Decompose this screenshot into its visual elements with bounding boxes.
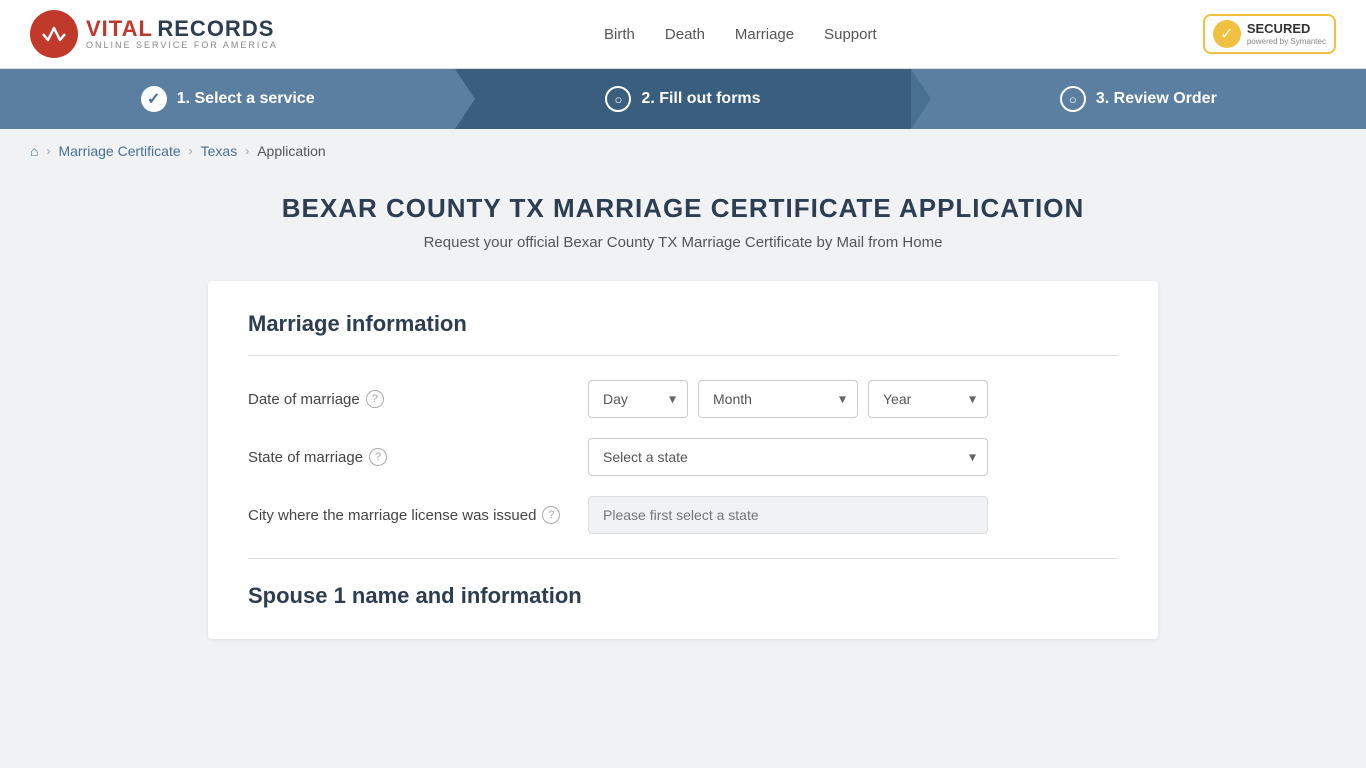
form-card: Marriage information Date of marriage ? … <box>208 281 1158 639</box>
step-2-label: 2. Fill out forms <box>641 90 760 108</box>
step-3-label: 3. Review Order <box>1096 90 1217 108</box>
step-2-circle: ○ <box>605 86 631 112</box>
nav-birth[interactable]: Birth <box>604 26 635 43</box>
breadcrumb-application: Application <box>257 143 326 159</box>
month-select[interactable]: Month JanuaryFebruaryMarch AprilMayJune … <box>698 380 858 418</box>
city-controls <box>588 496 1118 534</box>
state-help-icon[interactable]: ? <box>369 448 387 466</box>
logo-vital: VITAL <box>86 16 153 41</box>
section-marriage-title: Marriage information <box>248 311 1118 337</box>
logo-icon <box>30 10 78 58</box>
breadcrumb-texas[interactable]: Texas <box>201 143 238 159</box>
step-2[interactable]: ○ 2. Fill out forms <box>455 69 910 129</box>
breadcrumb-marriage-cert[interactable]: Marriage Certificate <box>58 143 180 159</box>
breadcrumb-sep-3: › <box>245 144 249 158</box>
date-of-marriage-row: Date of marriage ? Day 12345 678910 1112… <box>248 380 1118 418</box>
step-3-circle: ○ <box>1060 86 1086 112</box>
step-1[interactable]: ✓ 1. Select a service <box>0 69 455 129</box>
day-select-wrapper: Day 12345 678910 1112131415 1617181920 2… <box>588 380 688 418</box>
state-of-marriage-label: State of marriage ? <box>248 448 568 466</box>
city-of-marriage-row: City where the marriage license was issu… <box>248 496 1118 534</box>
norton-badge: ✓ SECURED powered by Symantec <box>1203 14 1336 54</box>
norton-text: SECURED powered by Symantec <box>1247 21 1326 46</box>
nav-death[interactable]: Death <box>665 26 705 43</box>
year-select[interactable]: Year 202420232022 202120202019 201820172… <box>868 380 988 418</box>
page-subtitle: Request your official Bexar County TX Ma… <box>30 234 1336 251</box>
step-1-circle: ✓ <box>141 86 167 112</box>
year-select-wrapper: Year 202420232022 202120202019 201820172… <box>868 380 988 418</box>
breadcrumb-sep-2: › <box>189 144 193 158</box>
nav-marriage[interactable]: Marriage <box>735 26 794 43</box>
logo-records: RECORDS <box>157 16 274 41</box>
breadcrumb: ⌂ › Marriage Certificate › Texas › Appli… <box>0 129 1366 173</box>
month-select-wrapper: Month JanuaryFebruaryMarch AprilMayJune … <box>698 380 858 418</box>
main-content: BEXAR COUNTY TX MARRIAGE CERTIFICATE APP… <box>0 173 1366 679</box>
step-1-label: 1. Select a service <box>177 90 315 108</box>
spouse-divider <box>248 558 1118 559</box>
city-input <box>588 496 988 534</box>
nav-support[interactable]: Support <box>824 26 877 43</box>
breadcrumb-home[interactable]: ⌂ <box>30 143 38 159</box>
steps-bar: ✓ 1. Select a service ○ 2. Fill out form… <box>0 69 1366 129</box>
site-header: VITAL RECORDS ONLINE SERVICE FOR AMERICA… <box>0 0 1366 69</box>
city-of-marriage-label: City where the marriage license was issu… <box>248 506 568 524</box>
state-of-marriage-row: State of marriage ? Select a state Alaba… <box>248 438 1118 476</box>
breadcrumb-sep-1: › <box>46 144 50 158</box>
state-select[interactable]: Select a state AlabamaAlaskaArizona Arka… <box>588 438 988 476</box>
main-nav: Birth Death Marriage Support <box>604 26 877 43</box>
date-controls: Day 12345 678910 1112131415 1617181920 2… <box>588 380 1118 418</box>
spouse1-title: Spouse 1 name and information <box>248 583 1118 609</box>
state-controls: Select a state AlabamaAlaskaArizona Arka… <box>588 438 1118 476</box>
logo-text: VITAL RECORDS ONLINE SERVICE FOR AMERICA <box>86 17 278 51</box>
page-title: BEXAR COUNTY TX MARRIAGE CERTIFICATE APP… <box>30 193 1336 224</box>
logo: VITAL RECORDS ONLINE SERVICE FOR AMERICA <box>30 10 278 58</box>
state-select-wrapper: Select a state AlabamaAlaskaArizona Arka… <box>588 438 988 476</box>
city-help-icon[interactable]: ? <box>542 506 560 524</box>
date-of-marriage-label: Date of marriage ? <box>248 390 568 408</box>
section-divider <box>248 355 1118 356</box>
date-help-icon[interactable]: ? <box>366 390 384 408</box>
logo-tagline: ONLINE SERVICE FOR AMERICA <box>86 41 278 51</box>
norton-check-icon: ✓ <box>1213 20 1241 48</box>
day-select[interactable]: Day 12345 678910 1112131415 1617181920 2… <box>588 380 688 418</box>
step-3[interactable]: ○ 3. Review Order <box>911 69 1366 129</box>
